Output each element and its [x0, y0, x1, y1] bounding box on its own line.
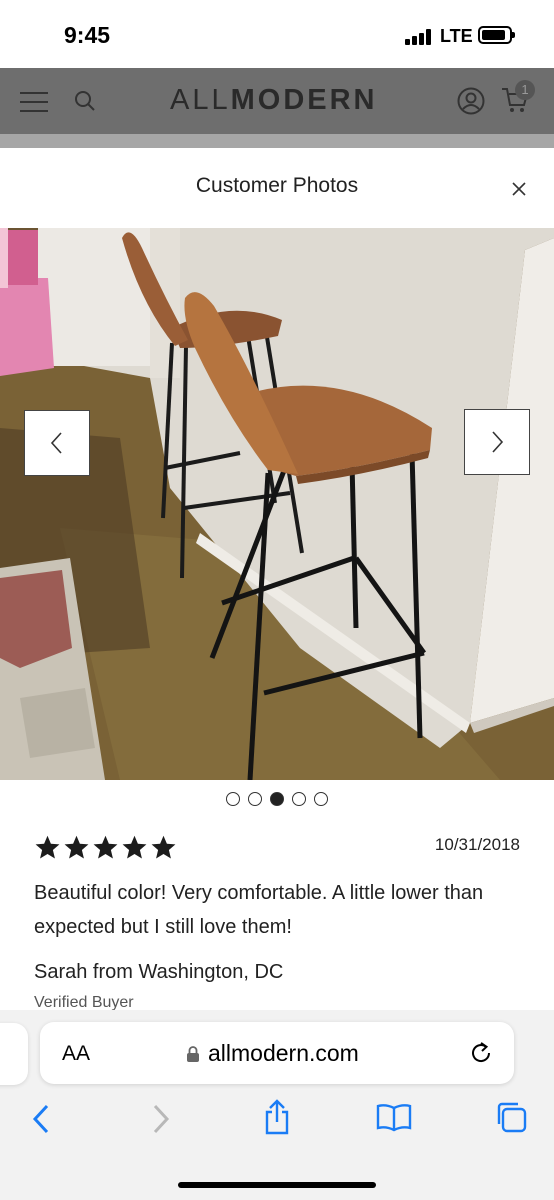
forward-icon[interactable] — [150, 1102, 172, 1141]
account-icon[interactable] — [457, 87, 485, 120]
url-display[interactable]: allmodern.com — [186, 1040, 359, 1067]
star-icon — [122, 835, 147, 859]
previous-photo-button[interactable] — [24, 410, 90, 476]
site-header: ALLMODERN 1 — [0, 68, 554, 148]
site-logo[interactable]: ALLMODERN — [170, 84, 378, 117]
battery-icon — [478, 26, 515, 44]
pagination-dot[interactable] — [292, 792, 306, 806]
address-bar[interactable]: AA allmodern.com — [40, 1022, 514, 1084]
cellular-signal-icon — [405, 29, 433, 45]
modal-title: Customer Photos — [195, 174, 359, 197]
chevron-left-icon — [50, 432, 62, 454]
search-icon[interactable] — [74, 90, 96, 117]
header-strip — [0, 134, 554, 148]
next-photo-button[interactable] — [464, 409, 530, 475]
home-indicator — [178, 1182, 376, 1188]
star-icon — [35, 835, 60, 859]
text-size-button[interactable]: AA — [62, 1042, 90, 1066]
customer-photos-modal: Customer Photos 10/31/2018 Beautiful col… — [0, 148, 554, 1020]
network-type: LTE — [440, 26, 473, 46]
pagination-dot[interactable] — [248, 792, 262, 806]
url-text: allmodern.com — [208, 1040, 359, 1066]
back-icon[interactable] — [30, 1102, 52, 1141]
close-icon[interactable] — [506, 176, 532, 202]
browser-toolbar — [0, 1099, 554, 1142]
reload-icon[interactable] — [468, 1040, 494, 1071]
cart-count-badge: 1 — [515, 80, 535, 100]
pagination-dot[interactable] — [226, 792, 240, 806]
share-icon[interactable] — [262, 1098, 292, 1141]
text-size-label: AA — [62, 1042, 91, 1065]
pagination-dot[interactable] — [270, 792, 284, 806]
photo-pagination-dots — [0, 792, 554, 806]
reviewer-name: Sarah from Washington, DC — [34, 961, 284, 983]
browser-bottom-bar: AA allmodern.com — [0, 1010, 554, 1200]
review-text: Beautiful color! Very comfortable. A lit… — [34, 882, 484, 938]
menu-icon[interactable] — [20, 92, 48, 112]
star-icon — [64, 835, 89, 859]
status-bar: 9:45 LTE — [0, 0, 554, 68]
review-date: 10/31/2018 — [434, 835, 520, 854]
customer-photo — [0, 228, 554, 780]
pagination-dot[interactable] — [314, 792, 328, 806]
bookmarks-icon[interactable] — [376, 1102, 412, 1137]
lock-icon — [187, 1045, 199, 1062]
previous-tab-peek[interactable] — [0, 1023, 28, 1085]
star-rating — [34, 834, 177, 860]
star-icon — [93, 835, 118, 859]
chevron-right-icon — [492, 431, 504, 453]
status-time: 9:45 — [64, 22, 111, 48]
tabs-icon[interactable] — [494, 1100, 528, 1139]
star-icon — [151, 835, 176, 859]
